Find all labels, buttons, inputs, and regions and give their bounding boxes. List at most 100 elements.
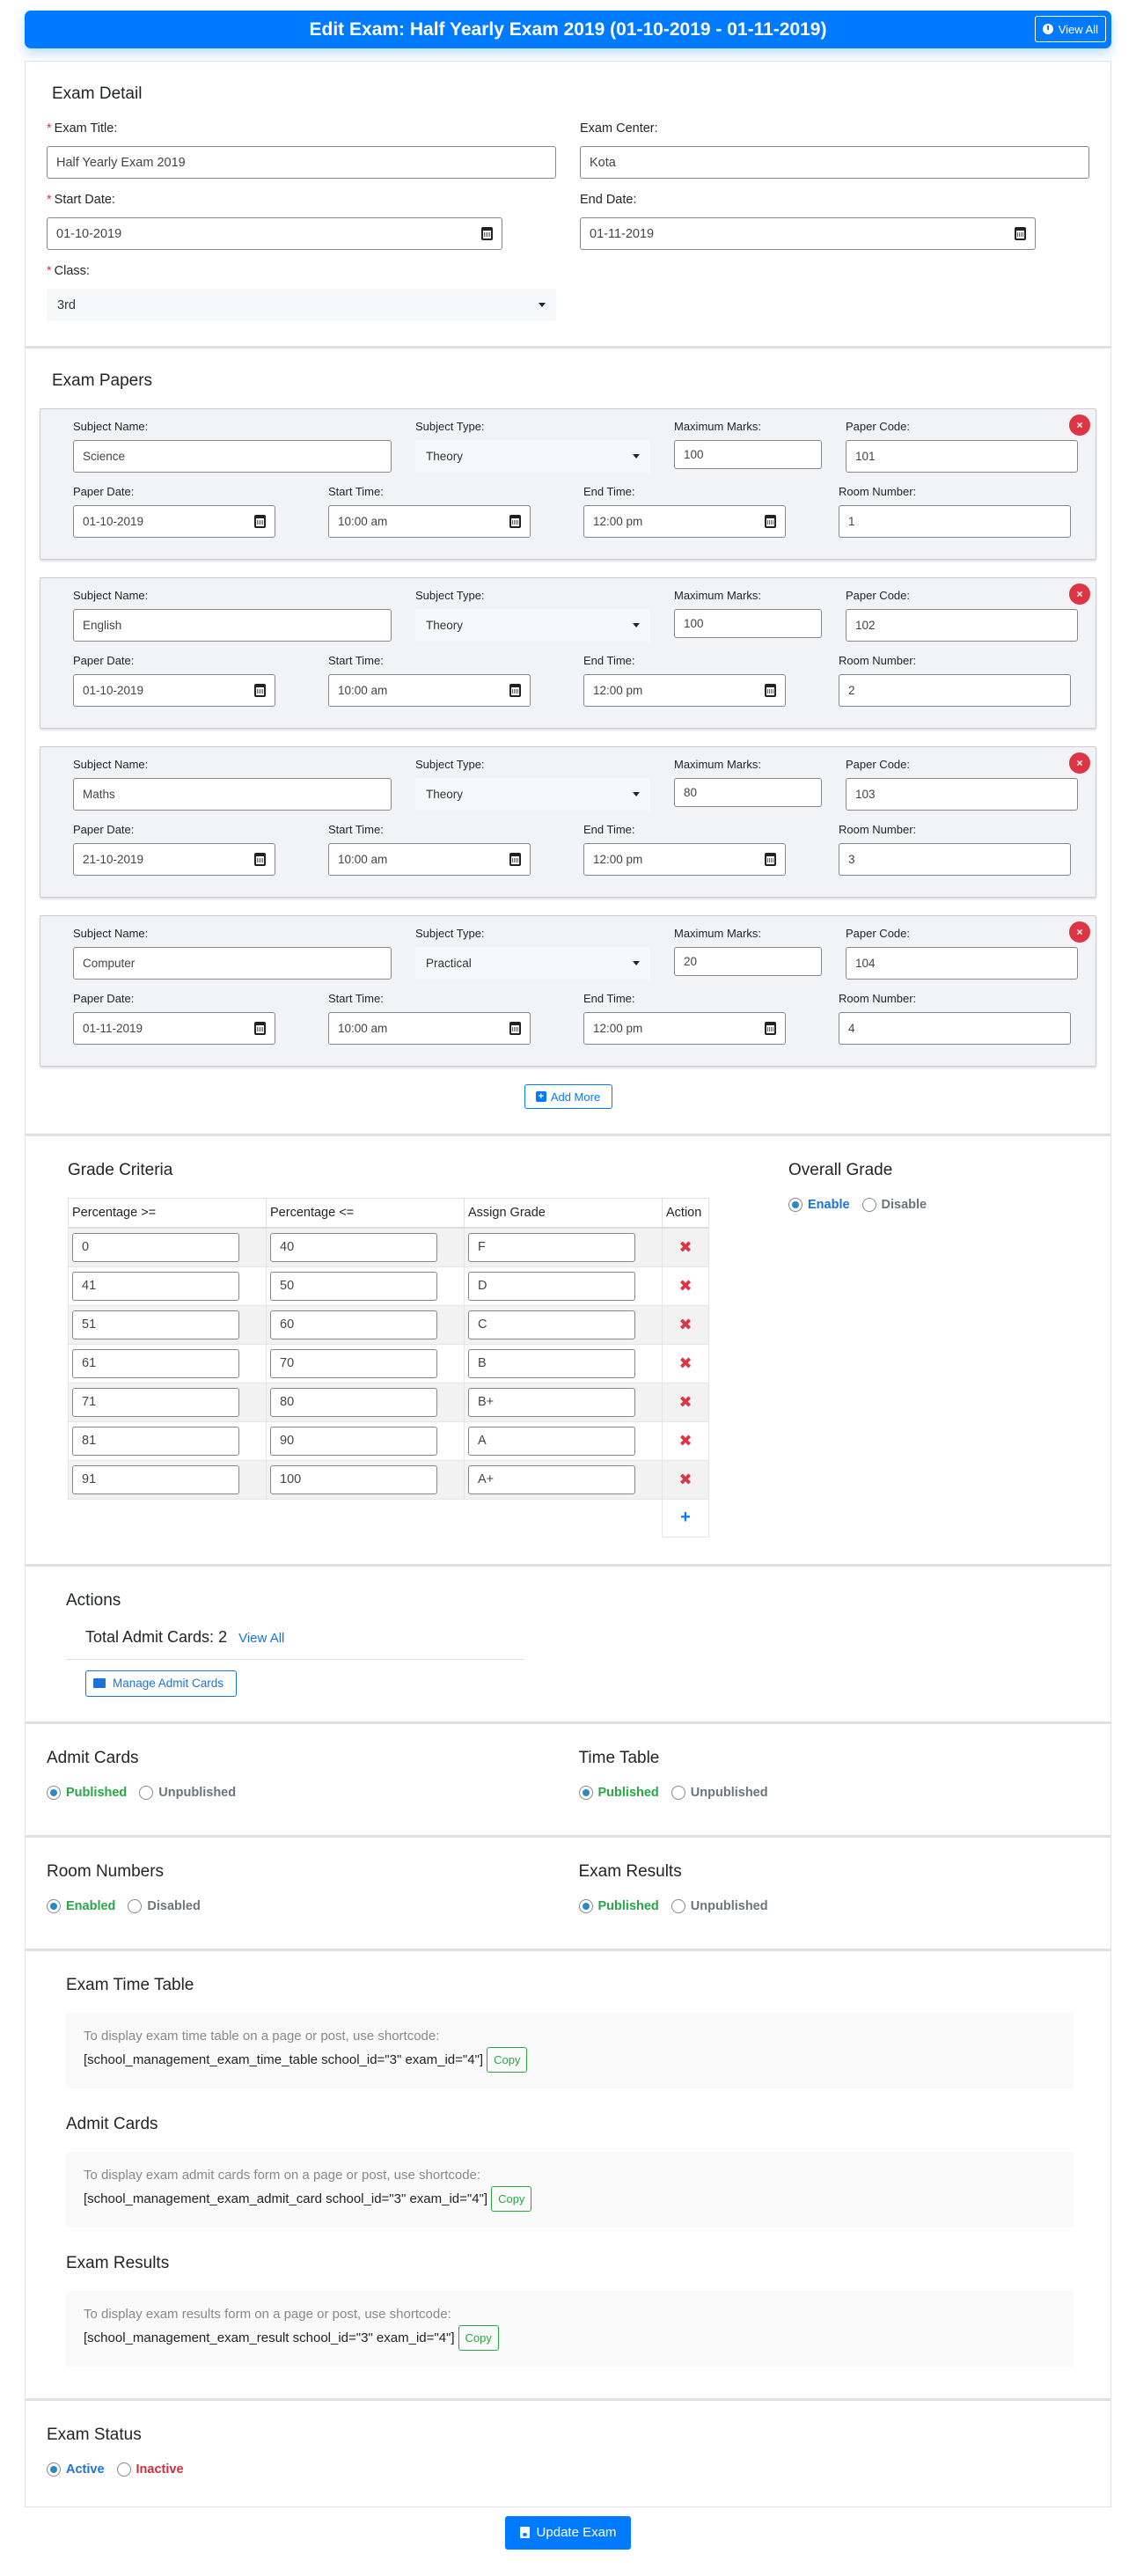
- percentage-max-input[interactable]: 90: [270, 1426, 437, 1456]
- maximum-marks-input[interactable]: 20: [674, 947, 822, 976]
- start-date-input[interactable]: 01-10-2019: [47, 217, 502, 250]
- remove-paper-button[interactable]: ×: [1069, 583, 1090, 605]
- exam-center-input[interactable]: Kota: [580, 146, 1089, 179]
- maximum-marks-input[interactable]: 100: [674, 609, 822, 638]
- calendar-icon[interactable]: [765, 853, 776, 866]
- view-all-exams-button[interactable]: View All: [1034, 16, 1106, 42]
- percentage-max-input[interactable]: 60: [270, 1310, 437, 1339]
- subject-type-select[interactable]: Theory: [415, 440, 650, 473]
- radio-button[interactable]: [139, 1785, 154, 1800]
- percentage-min-input[interactable]: 0: [72, 1232, 239, 1262]
- start-time-input[interactable]: 10:00 am: [328, 505, 531, 538]
- overall-grade-enable[interactable]: Enable: [788, 1198, 850, 1212]
- calendar-icon[interactable]: [765, 684, 776, 697]
- calendar-icon[interactable]: [254, 684, 266, 697]
- radio-button[interactable]: [671, 1898, 685, 1913]
- percentage-max-input[interactable]: 40: [270, 1232, 437, 1262]
- subject-type-select[interactable]: Theory: [415, 778, 650, 811]
- copy-shortcode-button[interactable]: Copy: [491, 2185, 532, 2212]
- radio-button[interactable]: [788, 1198, 803, 1212]
- maximum-marks-input[interactable]: 80: [674, 778, 822, 807]
- percentage-min-input[interactable]: 91: [72, 1464, 239, 1494]
- paper-date-input[interactable]: 21-10-2019: [73, 843, 275, 876]
- calendar-icon[interactable]: [1015, 227, 1026, 240]
- radio-button[interactable]: [671, 1785, 685, 1800]
- delete-grade-row-icon[interactable]: ✖: [662, 1382, 709, 1422]
- paper-date-input[interactable]: 01-10-2019: [73, 505, 275, 538]
- assign-grade-input[interactable]: D: [468, 1271, 635, 1301]
- subject-type-select[interactable]: Theory: [415, 609, 650, 642]
- calendar-icon[interactable]: [254, 853, 266, 866]
- radio-button[interactable]: [47, 2462, 61, 2477]
- radio-button[interactable]: [578, 1785, 593, 1800]
- end-time-input[interactable]: 12:00 pm: [583, 1012, 786, 1045]
- room-number-input[interactable]: 3: [839, 843, 1071, 876]
- exam-status-active[interactable]: Active: [47, 2462, 105, 2477]
- assign-grade-input[interactable]: A: [468, 1426, 635, 1456]
- paper-date-input[interactable]: 01-11-2019: [73, 1012, 275, 1045]
- maximum-marks-input[interactable]: 100: [674, 440, 822, 469]
- start-time-input[interactable]: 10:00 am: [328, 843, 531, 876]
- calendar-icon[interactable]: [509, 684, 521, 697]
- subject-name-input[interactable]: Maths: [73, 778, 392, 811]
- remove-paper-button[interactable]: ×: [1069, 921, 1090, 943]
- radio-button[interactable]: [128, 1898, 143, 1913]
- start-time-input[interactable]: 10:00 am: [328, 674, 531, 707]
- remove-paper-button[interactable]: ×: [1069, 752, 1090, 774]
- assign-grade-input[interactable]: F: [468, 1232, 635, 1262]
- assign-grade-input[interactable]: A+: [468, 1464, 635, 1494]
- exam-results-unpublished[interactable]: Unpublished: [671, 1898, 768, 1913]
- manage-admit-cards-button[interactable]: Manage Admit Cards: [85, 1670, 237, 1697]
- delete-grade-row-icon[interactable]: ✖: [662, 1420, 709, 1461]
- percentage-min-input[interactable]: 81: [72, 1426, 239, 1456]
- radio-button[interactable]: [861, 1198, 876, 1212]
- assign-grade-input[interactable]: B: [468, 1348, 635, 1378]
- percentage-max-input[interactable]: 70: [270, 1348, 437, 1378]
- calendar-icon[interactable]: [765, 515, 776, 528]
- subject-type-select[interactable]: Practical: [415, 947, 650, 980]
- admit-cards-unpublished[interactable]: Unpublished: [139, 1785, 236, 1800]
- calendar-icon[interactable]: [254, 515, 266, 528]
- percentage-min-input[interactable]: 71: [72, 1387, 239, 1417]
- radio-button[interactable]: [47, 1785, 61, 1800]
- end-time-input[interactable]: 12:00 pm: [583, 505, 786, 538]
- end-date-input[interactable]: 01-11-2019: [580, 217, 1036, 250]
- delete-grade-row-icon[interactable]: ✖: [662, 1266, 709, 1306]
- exam-results-published[interactable]: Published: [578, 1898, 659, 1913]
- calendar-icon[interactable]: [481, 227, 493, 240]
- calendar-icon[interactable]: [509, 515, 521, 528]
- radio-button[interactable]: [47, 1898, 61, 1913]
- end-time-input[interactable]: 12:00 pm: [583, 674, 786, 707]
- percentage-max-input[interactable]: 80: [270, 1387, 437, 1417]
- subject-name-input[interactable]: Science: [73, 440, 392, 473]
- delete-grade-row-icon[interactable]: ✖: [662, 1304, 709, 1345]
- subject-name-input[interactable]: Computer: [73, 947, 392, 980]
- exam-title-input[interactable]: Half Yearly Exam 2019: [47, 146, 556, 179]
- percentage-min-input[interactable]: 61: [72, 1348, 239, 1378]
- subject-name-input[interactable]: English: [73, 609, 392, 642]
- overall-grade-disable[interactable]: Disable: [861, 1198, 927, 1212]
- radio-button[interactable]: [578, 1898, 593, 1913]
- room-numbers-disabled[interactable]: Disabled: [128, 1898, 201, 1913]
- add-more-button[interactable]: + Add More: [524, 1084, 612, 1109]
- delete-grade-row-icon[interactable]: ✖: [662, 1343, 709, 1383]
- admit-cards-published[interactable]: Published: [47, 1785, 127, 1800]
- delete-grade-row-icon[interactable]: ✖: [662, 1227, 709, 1267]
- assign-grade-input[interactable]: C: [468, 1310, 635, 1339]
- view-all-admit-cards-link[interactable]: View All: [238, 1631, 284, 1646]
- update-exam-button[interactable]: Update Exam: [505, 2515, 631, 2550]
- copy-shortcode-button[interactable]: Copy: [487, 2046, 528, 2073]
- paper-code-input[interactable]: 102: [846, 609, 1078, 642]
- exam-status-inactive[interactable]: Inactive: [116, 2462, 184, 2477]
- percentage-max-input[interactable]: 50: [270, 1271, 437, 1301]
- copy-shortcode-button[interactable]: Copy: [458, 2324, 499, 2351]
- start-time-input[interactable]: 10:00 am: [328, 1012, 531, 1045]
- paper-code-input[interactable]: 101: [846, 440, 1078, 473]
- calendar-icon[interactable]: [254, 1022, 266, 1035]
- time-table-unpublished[interactable]: Unpublished: [671, 1785, 768, 1800]
- room-numbers-enabled[interactable]: Enabled: [47, 1898, 115, 1913]
- end-time-input[interactable]: 12:00 pm: [583, 843, 786, 876]
- calendar-icon[interactable]: [509, 853, 521, 866]
- room-number-input[interactable]: 4: [839, 1012, 1071, 1045]
- room-number-input[interactable]: 1: [839, 505, 1071, 538]
